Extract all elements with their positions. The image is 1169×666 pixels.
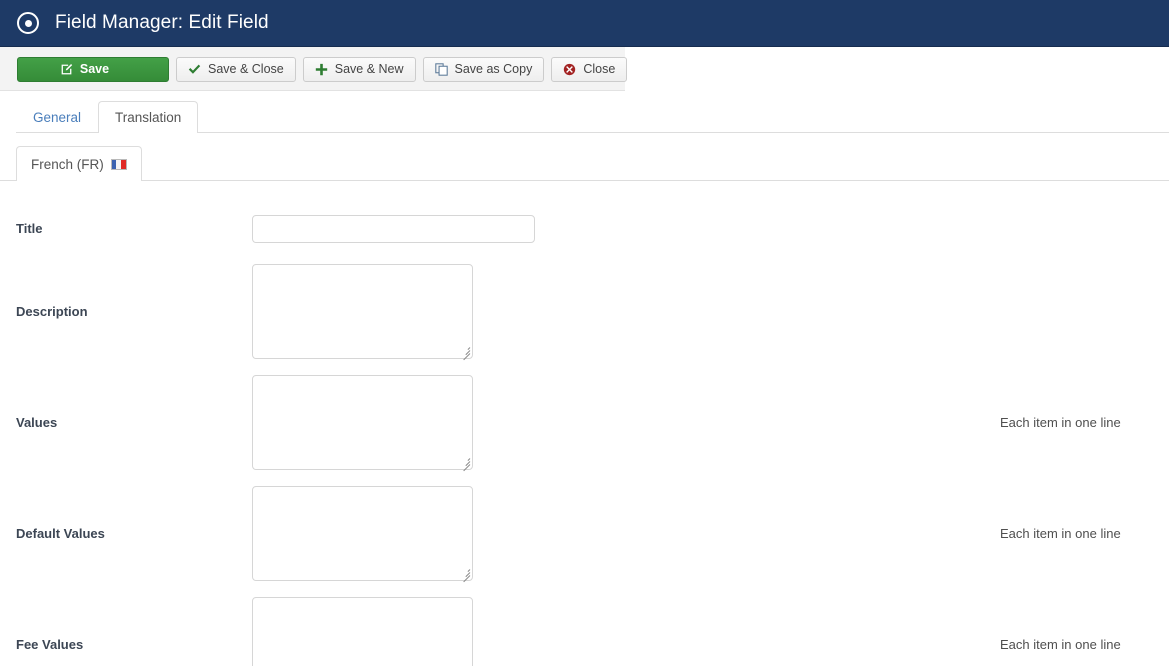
cancel-circle-icon — [563, 63, 576, 76]
close-button[interactable]: Close — [551, 56, 628, 82]
toolbar-region: Save Save & Close Save & New Save as Cop… — [0, 47, 1169, 91]
page-title: Field Manager: Edit Field — [55, 12, 269, 33]
copy-icon — [434, 62, 448, 76]
title-label: Title — [16, 221, 43, 236]
pencil-square-icon — [60, 63, 73, 76]
check-icon — [188, 63, 201, 76]
target-circle-icon — [17, 12, 39, 34]
form-row-values: Values Each item in one line — [0, 367, 1169, 478]
save-button-label: Save — [79, 62, 110, 76]
fee-values-label: Fee Values — [16, 637, 84, 652]
language-tab-strip: French (FR) — [0, 144, 1169, 182]
fee-values-textarea[interactable] — [252, 597, 473, 666]
language-tab-french[interactable]: French (FR) — [16, 146, 142, 182]
save-and-close-button[interactable]: Save & Close — [176, 56, 296, 82]
form-row-description: Description — [0, 256, 1169, 367]
save-and-close-label: Save & Close — [208, 62, 284, 76]
toolbar: Save Save & Close Save & New Save as Cop… — [0, 47, 628, 91]
form-row-default-values: Default Values Each item in one line — [0, 478, 1169, 589]
default-values-label: Default Values — [16, 526, 105, 541]
tab-translation[interactable]: Translation — [98, 101, 199, 134]
description-label: Description — [16, 304, 88, 319]
tab-general-label: General — [33, 110, 82, 125]
form-row-fee-values: Fee Values Each item in one line — [0, 589, 1169, 666]
save-and-new-label: Save & New — [334, 62, 404, 76]
description-textarea[interactable] — [252, 264, 473, 359]
save-as-copy-button[interactable]: Save as Copy — [422, 56, 545, 82]
values-field-wrap — [252, 375, 473, 472]
values-label: Values — [16, 415, 58, 430]
flag-fr-icon — [110, 158, 127, 170]
values-hint: Each item in one line — [1000, 415, 1121, 430]
values-textarea[interactable] — [252, 375, 473, 470]
close-button-label: Close — [583, 62, 616, 76]
title-input[interactable] — [252, 214, 535, 243]
description-field-wrap — [252, 264, 473, 361]
fee-values-hint: Each item in one line — [1000, 637, 1121, 652]
language-tab-french-label: French (FR) — [31, 156, 104, 172]
title-field-wrap — [252, 214, 535, 243]
save-button[interactable]: Save — [17, 56, 169, 82]
save-as-copy-label: Save as Copy — [454, 62, 533, 76]
fee-values-field-wrap — [252, 597, 473, 666]
default-values-field-wrap — [252, 486, 473, 583]
tab-translation-label: Translation — [115, 110, 182, 125]
main-tab-strip: General Translation — [0, 91, 1169, 134]
page-header: Field Manager: Edit Field — [0, 0, 1169, 47]
plus-icon — [315, 63, 328, 76]
save-and-new-button[interactable]: Save & New — [302, 56, 416, 82]
default-values-textarea[interactable] — [252, 486, 473, 581]
default-values-hint: Each item in one line — [1000, 526, 1121, 541]
tab-general[interactable]: General — [16, 101, 98, 133]
translation-form: Title Description Values Each item in on… — [0, 181, 1169, 666]
form-row-title: Title — [0, 201, 1169, 256]
